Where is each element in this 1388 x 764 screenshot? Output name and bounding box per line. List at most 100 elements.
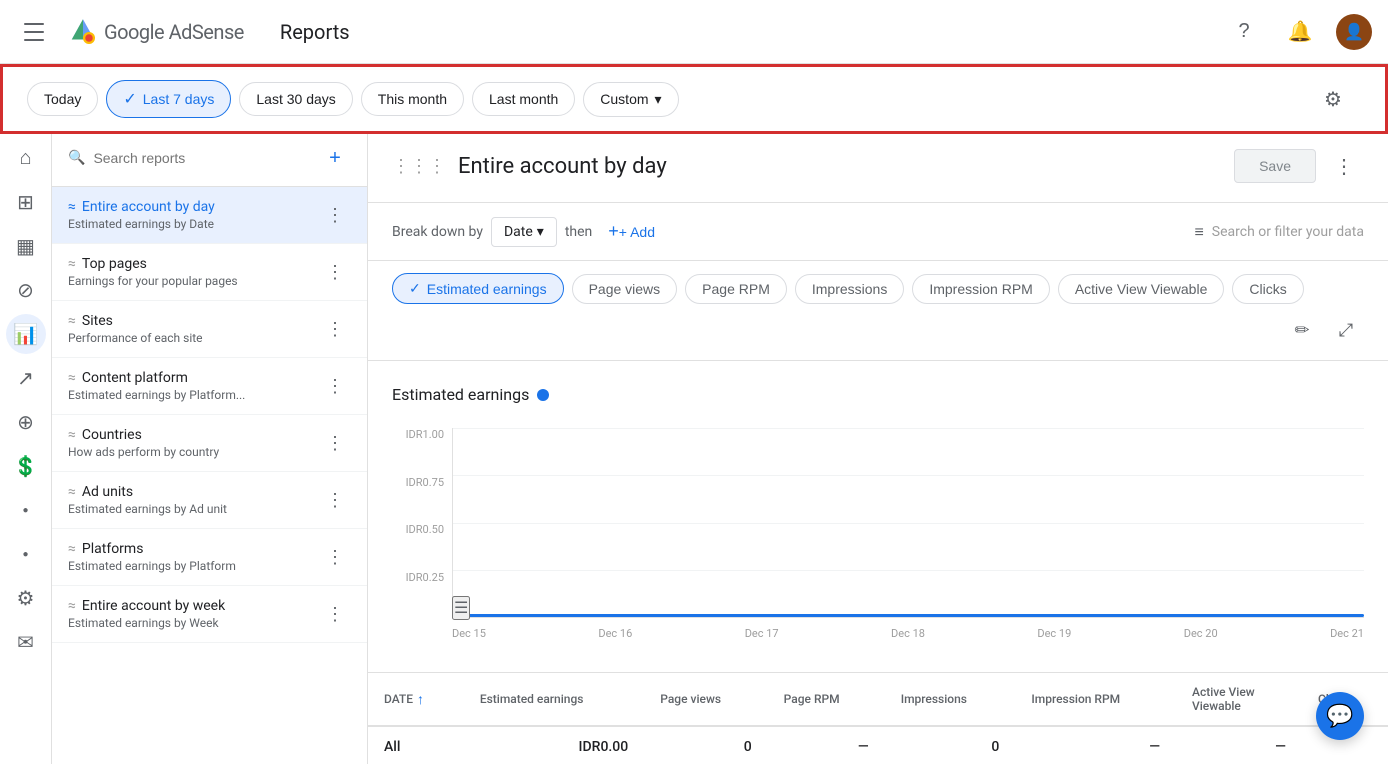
metric-page-rpm-button[interactable]: Page RPM [685,274,787,304]
chart-scroll-button[interactable]: ☰ [452,596,470,620]
edit-chart-button[interactable]: ✏ [1284,312,1320,348]
chart-plot [452,428,1364,618]
report-more-button[interactable]: ⋮ [319,598,351,630]
metric-impressions-button[interactable]: Impressions [795,274,904,304]
report-item-content: ≈ Sites Performance of each site [68,313,311,345]
sidebar-monetization-btn[interactable]: 💲 [6,446,46,486]
breakdown-select[interactable]: Date ▾ [491,217,557,247]
custom-label: Custom [600,91,648,107]
metric-clicks-button[interactable]: Clicks [1232,274,1303,304]
cell-page-rpm: — [768,726,885,764]
this-month-button[interactable]: This month [361,82,464,116]
filter-section: ≡ Search or filter your data [1194,222,1364,242]
metric-impression-rpm-button[interactable]: Impression RPM [912,274,1049,304]
chat-support-button[interactable]: 💬 [1316,692,1364,740]
report-more-button[interactable]: ⋮ [319,199,351,231]
report-item-entire-account-day[interactable]: ≈ Entire account by day Estimated earnin… [52,187,367,244]
x-axis-label: Dec 21 [1330,627,1364,640]
report-item-content: ≈ Content platform Estimated earnings by… [68,370,311,402]
report-more-button[interactable]: ⋮ [319,256,351,288]
user-avatar[interactable]: 👤 [1336,14,1372,50]
sidebar-home-btn[interactable]: ⌂ [6,138,46,178]
save-button[interactable]: Save [1234,149,1316,183]
check-icon: ✓ [123,89,136,109]
custom-button[interactable]: Custom ▾ [583,82,678,117]
sidebar-block-btn[interactable]: ⊘ [6,270,46,310]
more-options-button[interactable]: ⋮ [1324,146,1364,186]
report-subtitle: Estimated earnings by Ad unit [68,502,311,516]
metric-estimated-earnings-button[interactable]: ✓Estimated earnings [392,273,564,304]
sidebar-optimization-btn[interactable]: ↗ [6,358,46,398]
chart-container: Estimated earnings IDR1.00IDR0.75IDR0.50… [368,361,1388,673]
notifications-button[interactable]: 🔔 [1280,12,1320,52]
squiggle-icon: ≈ [68,427,76,443]
report-more-button[interactable]: ⋮ [319,370,351,402]
sidebar-account-btn[interactable]: ⚙ [6,578,46,618]
report-item-title: ≈ Entire account by week [68,598,311,614]
add-breakdown-button[interactable]: + + Add [600,215,663,248]
report-item-platforms[interactable]: ≈ Platforms Estimated earnings by Platfo… [52,529,367,586]
y-axis-label: IDR0.25 [392,571,452,584]
sidebar-dot2-btn[interactable]: ● [6,534,46,574]
report-item-sites[interactable]: ≈ Sites Performance of each site ⋮ [52,301,367,358]
cell-page-views: 0 [644,726,767,764]
sidebar-dot1-btn[interactable]: ● [6,490,46,530]
squiggle-icon: ≈ [68,313,76,329]
metric-label: Impressions [812,281,887,297]
report-more-button[interactable]: ⋮ [319,313,351,345]
report-more-button[interactable]: ⋮ [319,541,351,573]
th-impression-rpm: Impression RPM [1015,673,1176,726]
report-item-countries[interactable]: ≈ Countries How ads perform by country ⋮ [52,415,367,472]
grid-line-2 [453,475,1364,476]
report-subtitle: Performance of each site [68,331,311,345]
metric-label: Page RPM [702,281,770,297]
home-icon: ⌂ [19,147,31,170]
breakdown-value: Date [504,224,533,240]
sidebar-ads-btn[interactable]: ▦ [6,226,46,266]
report-item-content: ≈ Platforms Estimated earnings by Platfo… [68,541,311,573]
then-label: then [565,224,592,240]
chat-icon: 💬 [1326,704,1353,729]
metric-check-icon: ✓ [409,280,421,297]
metric-page-views-button[interactable]: Page views [572,274,678,304]
help-button[interactable]: ? [1224,12,1264,52]
report-item-content-platform[interactable]: ≈ Content platform Estimated earnings by… [52,358,367,415]
expand-chart-button[interactable]: ⤢ [1328,312,1364,348]
sidebar-feedback-btn[interactable]: ✉ [6,622,46,662]
report-item-ad-units[interactable]: ≈ Ad units Estimated earnings by Ad unit… [52,472,367,529]
cell-impressions: 0 [885,726,1016,764]
sort-icon[interactable]: ↑ [417,691,424,708]
sidebar-pages-btn[interactable]: ⊞ [6,182,46,222]
add-report-button[interactable]: + [319,142,351,174]
main-layout: ⌂ ⊞ ▦ ⊘ 📊 ↗ ⊕ 💲 ● ● ⚙ [0,130,1388,764]
hamburger-menu[interactable] [16,12,56,52]
table-container: DATE ↑ Estimated earnings Page views Pag… [368,673,1388,764]
sidebar-policy-btn[interactable]: ⊕ [6,402,46,442]
metric-label: Impression RPM [929,281,1032,297]
report-item-entire-account-week[interactable]: ≈ Entire account by week Estimated earni… [52,586,367,643]
topbar: Google AdSense Reports ? 🔔 👤 [0,0,1388,64]
report-more-button[interactable]: ⋮ [319,484,351,516]
report-name: Countries [82,427,142,443]
filter-label[interactable]: Search or filter your data [1212,224,1364,240]
last30-button[interactable]: Last 30 days [239,82,352,116]
last7-button[interactable]: ✓ Last 7 days [106,80,231,118]
settings-button[interactable]: ⚙ [1313,79,1353,119]
report-title: Entire account by day [458,154,667,179]
breakdown-dropdown-icon: ▾ [537,224,544,240]
logo: Google AdSense [68,17,244,47]
grid-line-3 [453,523,1364,524]
today-button[interactable]: Today [27,82,98,116]
report-item-top-pages[interactable]: ≈ Top pages Earnings for your popular pa… [52,244,367,301]
last7-label: Last 7 days [143,91,215,107]
last-month-button[interactable]: Last month [472,82,575,116]
squiggle-icon: ≈ [68,484,76,500]
report-more-button[interactable]: ⋮ [319,427,351,459]
dot1-icon: ● [22,505,28,516]
feedback-icon: ✉ [17,630,34,655]
sidebar-reports-btn[interactable]: 📊 [6,314,46,354]
search-input[interactable] [93,150,311,166]
metric-active-view-viewable-button[interactable]: Active View Viewable [1058,274,1225,304]
report-item-title: ≈ Countries [68,427,311,443]
y-axis-label: IDR0.50 [392,523,452,536]
